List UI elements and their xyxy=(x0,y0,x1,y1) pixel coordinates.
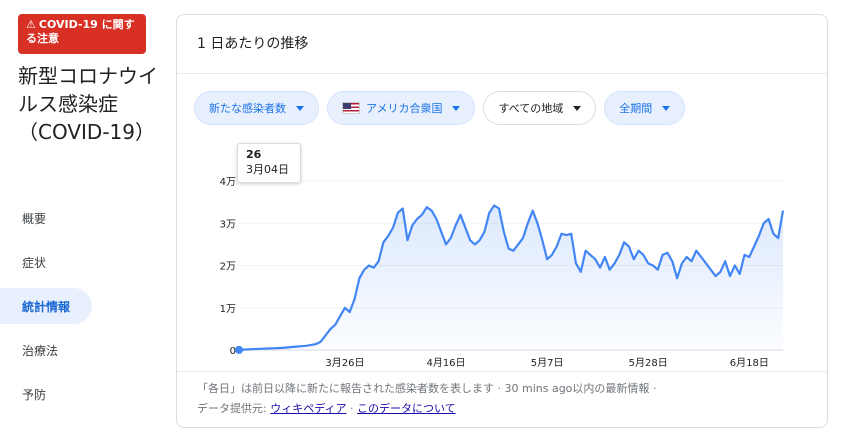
y-tick-label: 2万 xyxy=(220,262,236,273)
caret-down-icon xyxy=(452,105,461,111)
nav-item-treatment[interactable]: 治療法 xyxy=(0,332,92,368)
tooltip-value: 26 xyxy=(246,148,262,161)
wikipedia-link[interactable]: ウィキペディア xyxy=(270,402,346,415)
divider xyxy=(177,371,827,372)
daily-cases-chart[interactable]: 0 1万 2万 3万 4万 3月26日 4月16日 5月7日 5月28日 6月18日 xyxy=(177,155,827,370)
sidebar: ⚠ COVID-19 に関する注意 新型コロナウイルス感染症（COVID-19） … xyxy=(0,0,170,441)
x-tick-label: 6月18日 xyxy=(730,357,769,369)
country-dropdown[interactable]: アメリカ合衆国 xyxy=(327,91,476,125)
about-data-link[interactable]: このデータについて xyxy=(357,402,456,415)
nav-item-prevention[interactable]: 予防 xyxy=(0,376,92,412)
chip-label: すべての地域 xyxy=(498,102,564,115)
y-tick-label: 0 xyxy=(230,346,236,357)
y-tick-label: 3万 xyxy=(220,219,236,230)
caret-down-icon xyxy=(662,105,671,111)
chip-label: アメリカ合衆国 xyxy=(366,102,443,115)
chip-label: 全期間 xyxy=(619,102,653,115)
nav-label: 治療法 xyxy=(22,343,59,358)
area-fill xyxy=(239,205,783,350)
filter-chips: 新たな感染者数 アメリカ合衆国 すべての地域 全期間 xyxy=(194,91,686,125)
warning-triangle-icon: ⚠ xyxy=(26,18,36,31)
chip-label: 新たな感染者数 xyxy=(209,102,286,115)
nav-label: 統計情報 xyxy=(22,299,71,314)
hover-point xyxy=(235,345,243,354)
footer-note: 「各日」は前日以降に新たに報告された感染者数を表します · 30 mins ag… xyxy=(197,382,657,395)
nav-item-symptoms[interactable]: 症状 xyxy=(0,244,92,280)
metric-dropdown[interactable]: 新たな感染者数 xyxy=(194,91,319,125)
period-dropdown[interactable]: 全期間 xyxy=(604,91,686,125)
warning-text: COVID-19 に関する注意 xyxy=(26,18,135,45)
caret-down-icon xyxy=(296,105,304,111)
region-dropdown[interactable]: すべての地域 xyxy=(483,91,597,125)
sidebar-nav: 概要 症状 統計情報 治療法 予防 xyxy=(0,200,170,420)
nav-item-statistics[interactable]: 統計情報 xyxy=(0,288,92,324)
caret-down-icon xyxy=(573,105,582,111)
separator: · xyxy=(349,402,354,415)
y-tick-label: 1万 xyxy=(220,304,236,315)
chart-tooltip: 26 3月04日 xyxy=(237,143,301,183)
us-flag-icon xyxy=(342,102,360,114)
divider xyxy=(177,73,827,74)
footer-source: データ提供元: ウィキペディア · このデータについて xyxy=(197,399,656,419)
x-tick-label: 5月28日 xyxy=(629,357,668,369)
nav-label: 概要 xyxy=(22,211,47,226)
stats-card: 1 日あたりの推移 新たな感染者数 アメリカ合衆国 すべての地域 全期間 0 1万… xyxy=(176,14,828,428)
source-label: データ提供元: xyxy=(197,402,267,415)
tooltip-date: 3月04日 xyxy=(246,163,289,176)
footer: 「各日」は前日以降に新たに報告された感染者数を表します · 30 mins ag… xyxy=(197,379,656,419)
nav-label: 症状 xyxy=(22,255,47,270)
y-tick-label: 4万 xyxy=(220,177,236,188)
x-tick-label: 5月7日 xyxy=(531,357,564,369)
nav-item-overview[interactable]: 概要 xyxy=(0,200,92,236)
nav-label: 予防 xyxy=(22,387,47,402)
covid-warning-banner[interactable]: ⚠ COVID-19 に関する注意 xyxy=(18,14,146,54)
x-tick-label: 3月26日 xyxy=(325,357,364,369)
page-title: 新型コロナウイルス感染症（COVID-19） xyxy=(18,64,158,144)
card-title: 1 日あたりの推移 xyxy=(197,36,309,52)
x-tick-label: 4月16日 xyxy=(426,357,465,369)
